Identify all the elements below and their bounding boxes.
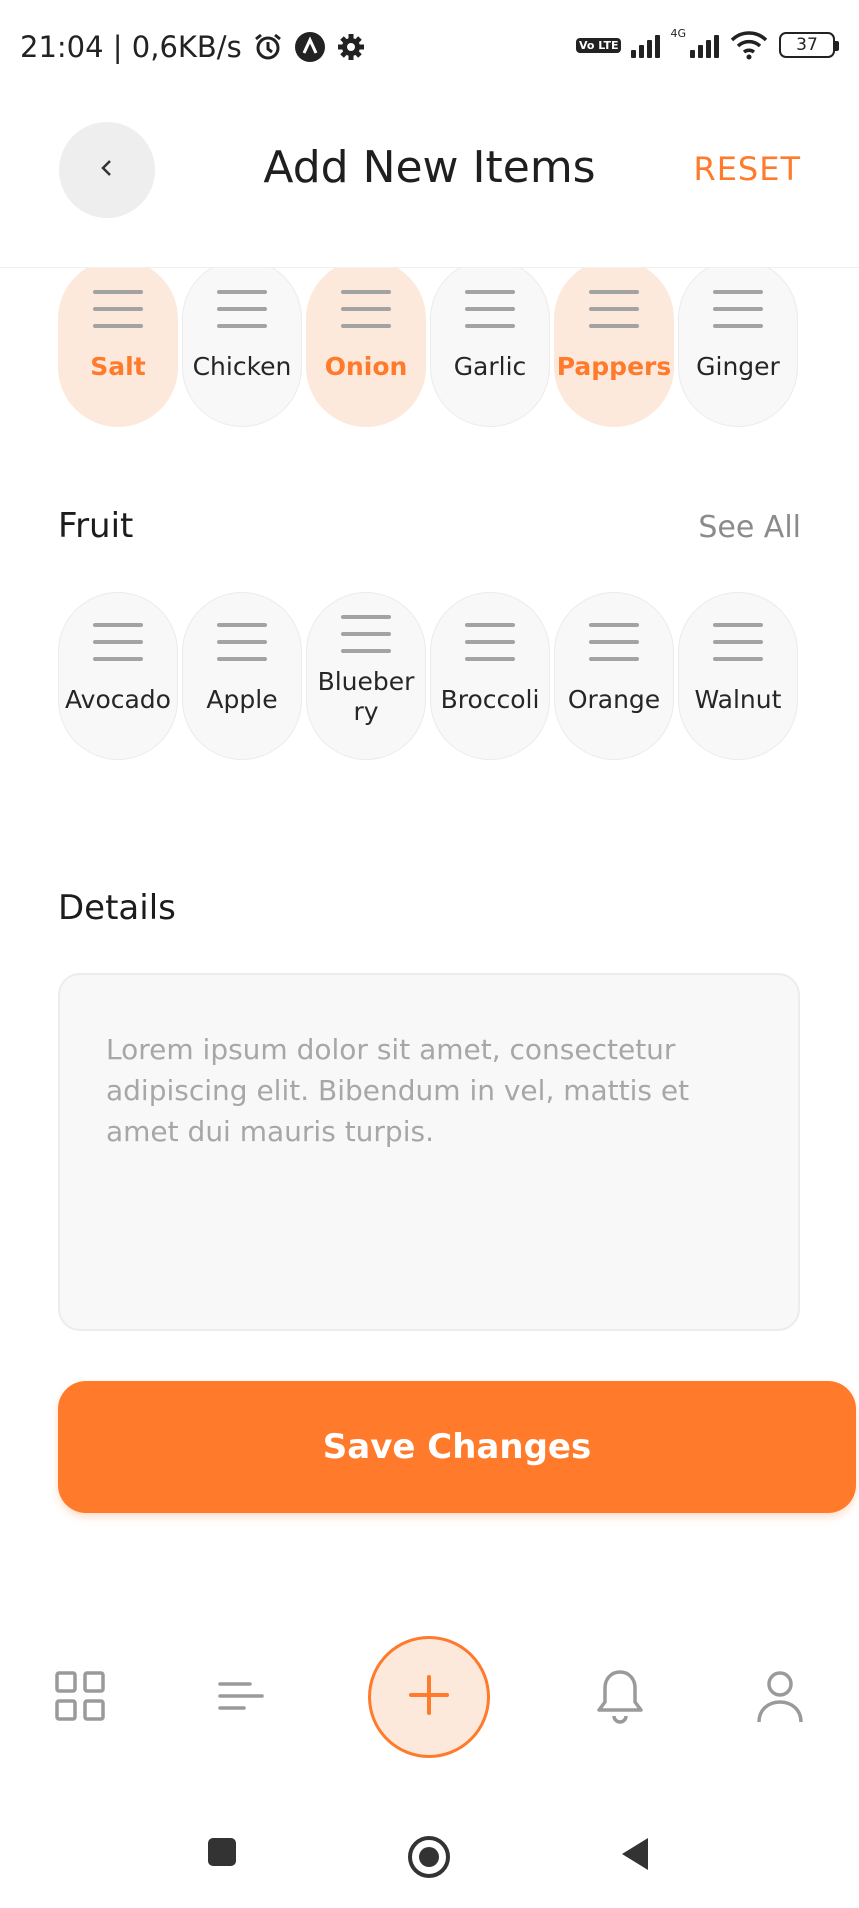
menu-icon xyxy=(589,290,639,328)
fruit-chip-row: Avocado Apple Blueberry Broccoli Orange … xyxy=(58,592,798,760)
chip-apple[interactable]: Apple xyxy=(182,592,302,760)
wifi-icon xyxy=(729,30,769,60)
volte-badge: Vo LTE xyxy=(575,37,622,53)
spice-chip-row: Salt Chicken Onion Garlic Pappers Ginger xyxy=(58,259,798,427)
status-left: 21:04 | 0,6KB/s xyxy=(20,30,366,64)
status-time-speed: 21:04 | 0,6KB/s xyxy=(20,30,242,64)
signal-icon-2 xyxy=(690,32,719,58)
chip-onion[interactable]: Onion xyxy=(306,259,426,427)
signal-icon xyxy=(631,32,661,58)
chip-label: Ginger xyxy=(696,352,780,381)
chip-label: Blueberry xyxy=(317,667,415,726)
list-icon[interactable] xyxy=(210,1666,270,1726)
grid-icon[interactable] xyxy=(50,1666,110,1726)
menu-icon xyxy=(713,290,763,328)
menu-icon xyxy=(341,615,391,653)
user-icon[interactable] xyxy=(750,1664,810,1728)
menu-icon xyxy=(217,290,267,328)
chip-orange[interactable]: Orange xyxy=(554,592,674,760)
gear-icon xyxy=(336,32,366,62)
chip-label: Salt xyxy=(90,352,146,381)
chip-label: Onion xyxy=(324,352,408,381)
system-nav xyxy=(0,1800,859,1908)
add-button[interactable] xyxy=(368,1636,490,1758)
battery-indicator: 37 xyxy=(779,32,839,58)
chip-label: Orange xyxy=(567,685,661,714)
menu-icon xyxy=(465,290,515,328)
chip-label: Apple xyxy=(206,685,278,714)
chip-label: Garlic xyxy=(453,352,527,381)
back-nav-icon[interactable] xyxy=(618,1836,652,1872)
save-changes-button[interactable]: Save Changes xyxy=(58,1381,856,1513)
chip-garlic[interactable]: Garlic xyxy=(430,259,550,427)
header: Add New Items RESET xyxy=(0,100,859,268)
battery-level: 37 xyxy=(796,35,818,55)
menu-icon xyxy=(465,623,515,661)
details-placeholder: Lorem ipsum dolor sit amet, consectetur … xyxy=(106,1033,690,1148)
chip-broccoli[interactable]: Broccoli xyxy=(430,592,550,760)
menu-icon xyxy=(93,290,143,328)
chip-label: Chicken xyxy=(192,352,292,381)
network-type: 4G xyxy=(670,26,686,40)
bottom-nav xyxy=(0,1620,859,1770)
status-right: Vo LTE 4G 37 xyxy=(575,26,839,60)
chip-avocado[interactable]: Avocado xyxy=(58,592,178,760)
menu-icon xyxy=(217,623,267,661)
menu-icon xyxy=(93,623,143,661)
chip-chicken[interactable]: Chicken xyxy=(182,259,302,427)
details-section-title: Details xyxy=(58,888,176,928)
status-bar: 21:04 | 0,6KB/s Vo LTE 4G 37 xyxy=(0,0,859,100)
home-icon[interactable] xyxy=(406,1834,452,1880)
see-all-link[interactable]: See All xyxy=(698,510,801,545)
chip-label: Walnut xyxy=(694,685,782,714)
chip-blueberry[interactable]: Blueberry xyxy=(306,592,426,760)
chip-pappers[interactable]: Pappers xyxy=(554,259,674,427)
alarm-icon xyxy=(252,31,284,63)
menu-icon xyxy=(589,623,639,661)
plus-icon xyxy=(407,1673,451,1721)
details-textarea[interactable]: Lorem ipsum dolor sit amet, consectetur … xyxy=(58,973,800,1331)
chip-ginger[interactable]: Ginger xyxy=(678,259,798,427)
chip-label: Pappers xyxy=(556,352,672,381)
menu-icon xyxy=(713,623,763,661)
chip-salt[interactable]: Salt xyxy=(58,259,178,427)
fruit-section-title: Fruit xyxy=(58,506,134,546)
chip-label: Broccoli xyxy=(440,685,540,714)
reset-button[interactable]: RESET xyxy=(693,150,801,188)
menu-icon xyxy=(341,290,391,328)
chip-walnut[interactable]: Walnut xyxy=(678,592,798,760)
recents-icon[interactable] xyxy=(206,1836,238,1868)
chip-label: Avocado xyxy=(65,685,171,714)
bell-icon[interactable] xyxy=(590,1664,650,1728)
app-logo-icon xyxy=(294,31,326,63)
